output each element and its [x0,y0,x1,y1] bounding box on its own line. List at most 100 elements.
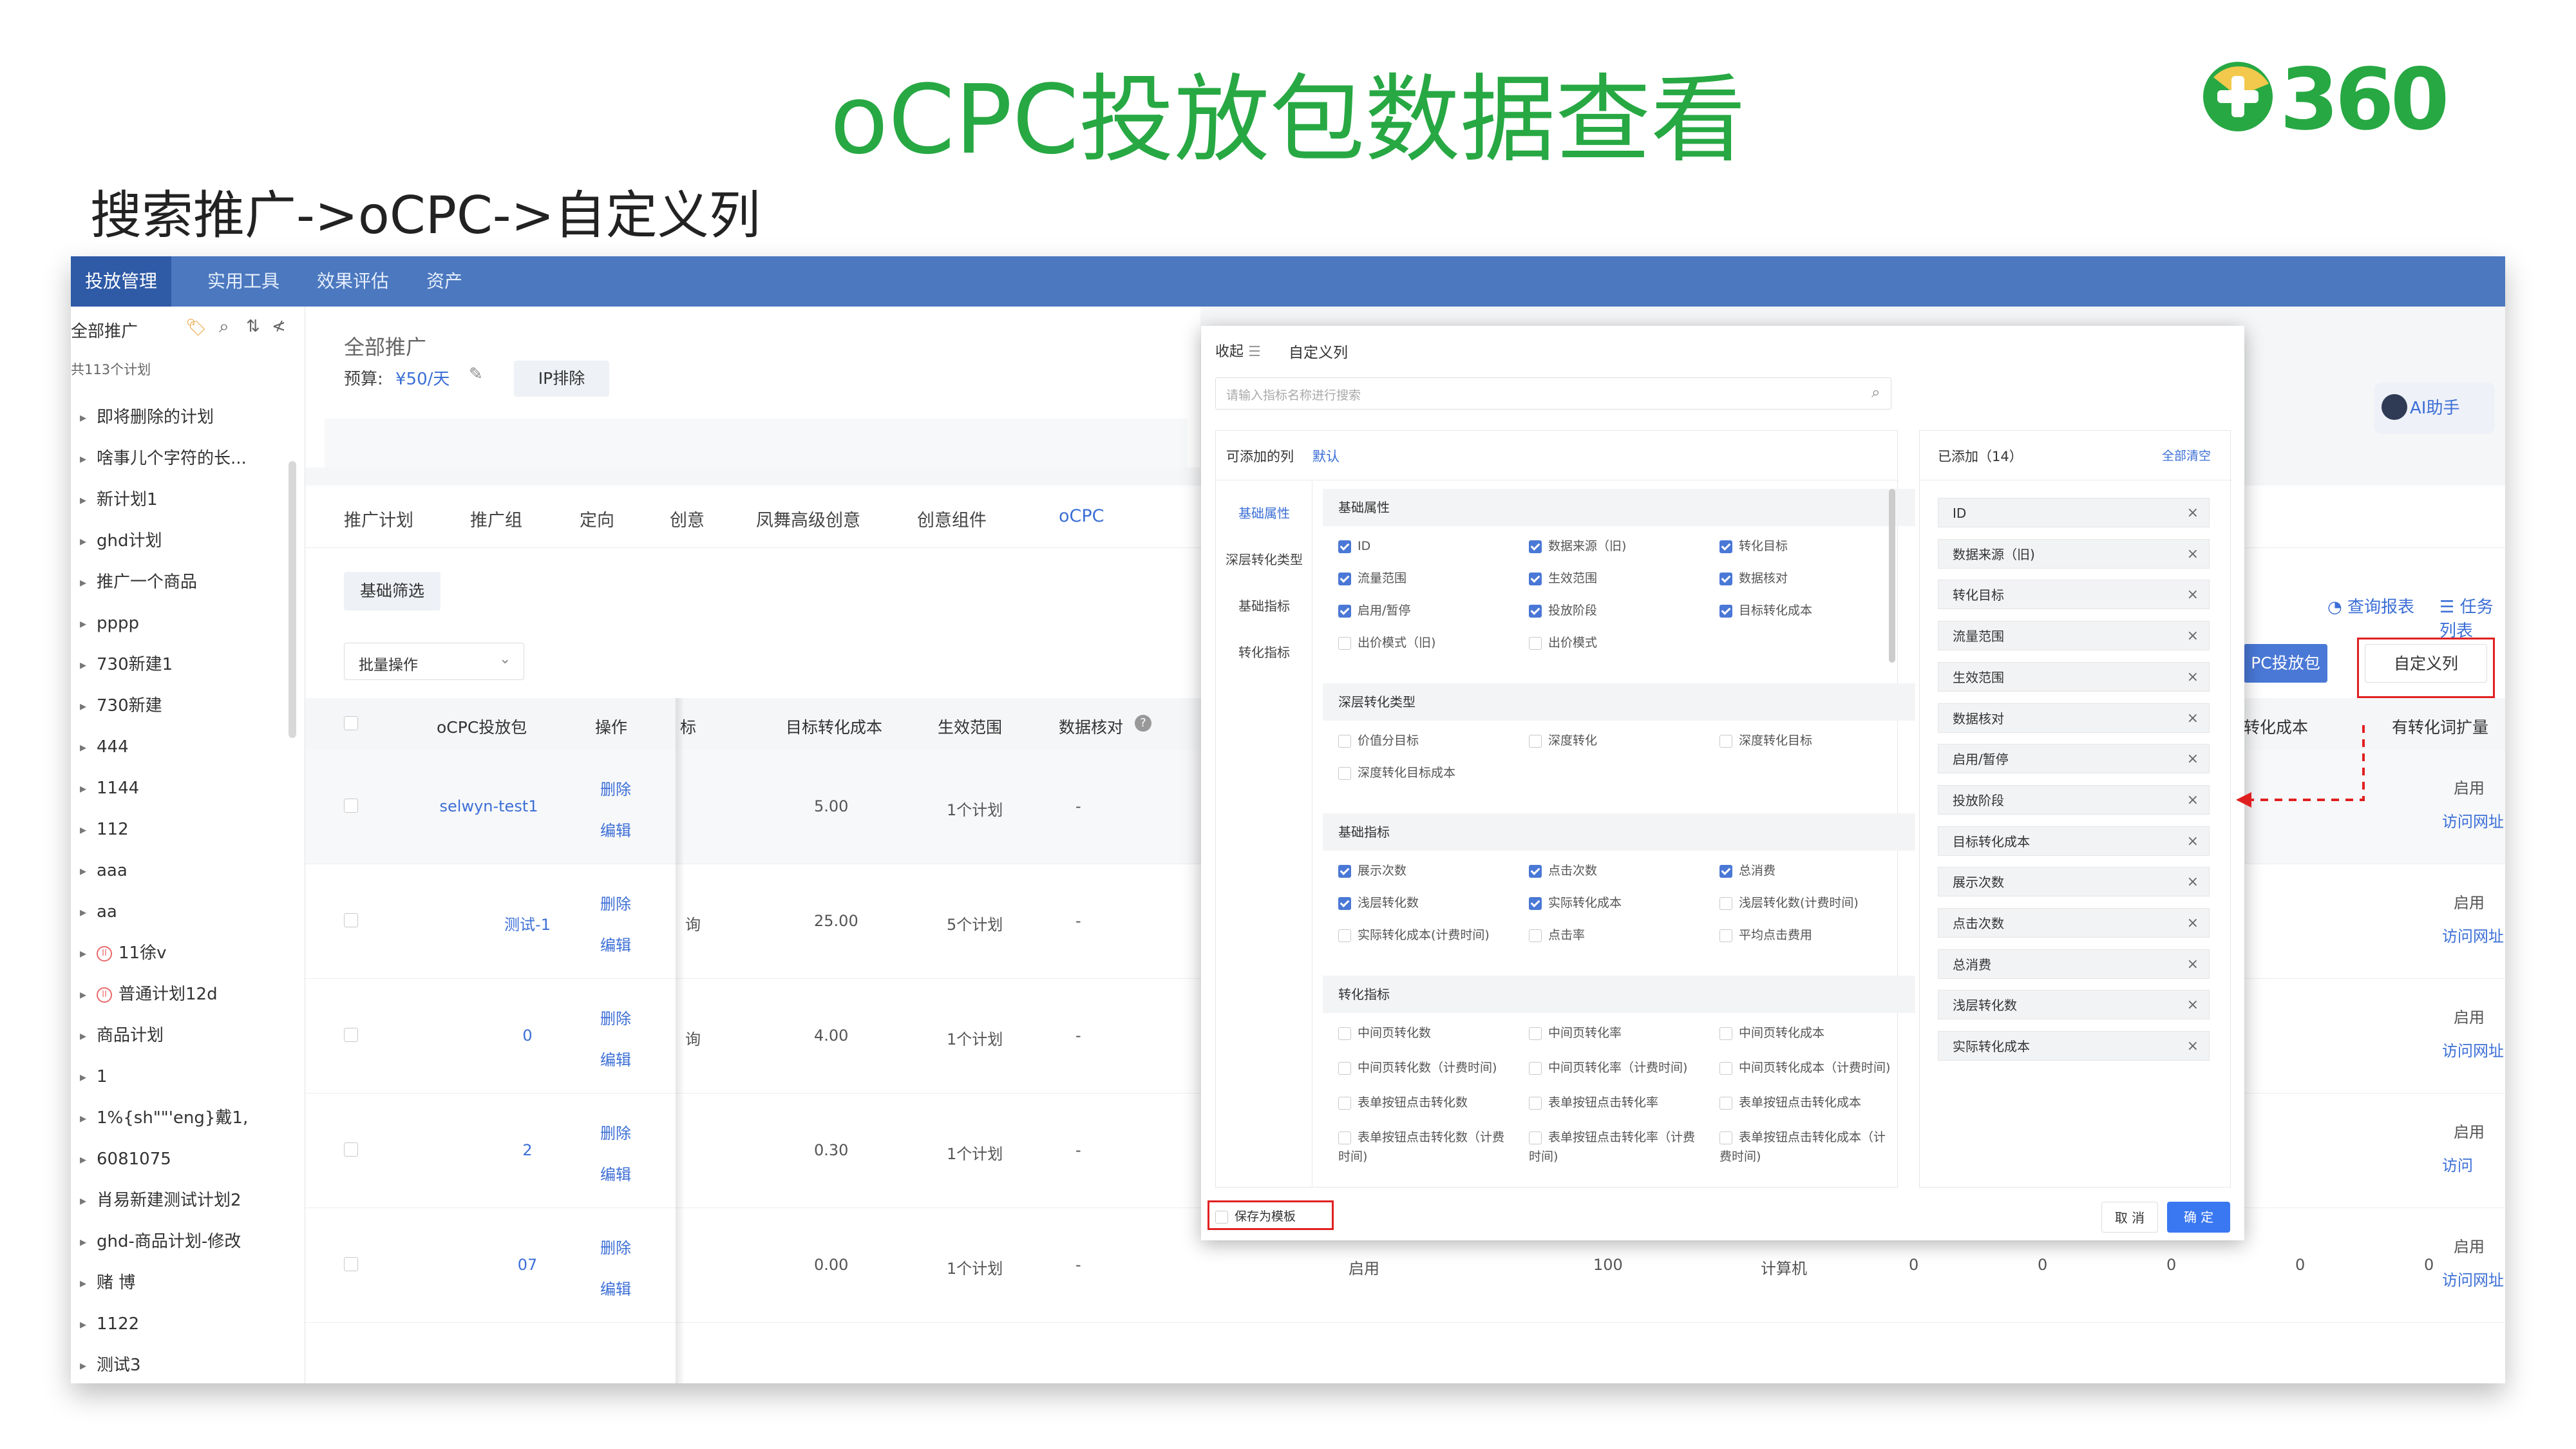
save-template-checkbox[interactable]: 保存为模板 [1215,1207,1296,1224]
caret-right-icon[interactable]: ▸ [80,768,86,809]
column-option[interactable]: 中间页转化率（计费时间) [1529,1058,1703,1077]
caret-right-icon[interactable]: ▸ [80,809,86,850]
option-checkbox[interactable] [1529,896,1542,910]
row-checkbox[interactable] [344,1142,358,1157]
visit-url-link[interactable]: 访问网址 [2442,923,2504,946]
column-option[interactable]: 转化目标 [1719,536,1893,556]
option-checkbox[interactable] [1338,1027,1351,1040]
added-column-item[interactable]: ID × [1938,498,2210,527]
column-option[interactable]: 浅层转化数 [1338,893,1512,913]
caret-right-icon[interactable]: ▸ [80,891,86,933]
caret-right-icon[interactable]: ▸ [80,562,86,603]
caret-right-icon[interactable]: ▸ [80,1345,86,1383]
caret-right-icon[interactable]: ▸ [80,1056,86,1097]
column-option[interactable]: 价值分目标 [1338,731,1512,750]
caret-right-icon[interactable]: ▸ [80,520,86,562]
option-checkbox[interactable] [1529,1027,1542,1040]
column-option[interactable]: 总消费 [1719,861,1893,880]
column-option[interactable]: 实际转化成本(计费时间) [1338,925,1512,945]
save-template-check[interactable] [1215,1210,1228,1224]
option-checkbox[interactable] [1529,1131,1542,1144]
caret-right-icon[interactable]: ▸ [80,850,86,891]
column-option[interactable]: ID [1338,536,1512,556]
sidebar-item[interactable]: ▸ II 普通计划12d [71,974,290,1015]
column-option[interactable]: 流量范围 [1338,569,1512,588]
package-name-link[interactable]: 07 [460,1256,595,1274]
remove-icon[interactable]: × [2187,950,2199,980]
column-option[interactable]: 深度转化目标 [1719,731,1893,750]
help-icon[interactable]: ? [1135,715,1151,732]
column-option[interactable]: 数据核对 [1719,569,1893,588]
edit-budget-icon[interactable]: ✎ [469,365,483,384]
edit-link[interactable]: 编辑 [600,1047,631,1070]
option-checkbox[interactable] [1338,734,1351,748]
added-column-item[interactable]: 点击次数 × [1938,908,2210,938]
option-checkbox[interactable] [1719,1027,1732,1040]
remove-icon[interactable]: × [2187,1032,2199,1061]
option-checkbox[interactable] [1719,1131,1732,1144]
column-option[interactable]: 表单按钮点击转化成本（计费时间) [1719,1128,1893,1166]
search-icon[interactable]: ⌕ [219,316,229,337]
column-option[interactable]: 投放阶段 [1529,601,1703,620]
added-column-item[interactable]: 目标转化成本 × [1938,826,2210,856]
added-column-item[interactable]: 生效范围 × [1938,661,2210,692]
edit-link[interactable]: 编辑 [600,1276,631,1299]
sidebar-item[interactable]: ▸ aa [71,891,290,933]
option-checkbox[interactable] [1719,896,1732,910]
option-checkbox[interactable] [1529,572,1542,585]
tab-targeting[interactable]: 定向 [580,506,614,531]
column-option[interactable]: 点击率 [1529,925,1703,945]
caret-right-icon[interactable]: ▸ [80,685,86,726]
column-option[interactable]: 表单按钮点击转化成本 [1719,1093,1893,1112]
option-checkbox[interactable] [1338,864,1351,878]
option-checkbox[interactable] [1338,929,1351,942]
nav-ad-management[interactable]: 投放管理 [71,256,172,307]
option-checkbox[interactable] [1529,929,1542,942]
remove-icon[interactable]: × [2187,580,2199,610]
caret-right-icon[interactable]: ▸ [80,1303,86,1345]
delete-link[interactable]: 删除 [600,1006,631,1028]
column-option[interactable]: 数据来源（旧) [1529,536,1703,556]
option-checkbox[interactable] [1719,604,1732,618]
option-checkbox[interactable] [1338,636,1351,650]
ocpc-package-button[interactable]: PC投放包 [2244,644,2327,683]
sort-icon[interactable]: ⇅ [246,317,260,336]
option-checkbox[interactable] [1338,540,1351,553]
sidebar-item[interactable]: ▸ 6081075 [71,1139,290,1180]
package-name-link[interactable]: 0 [460,1027,595,1045]
option-checkbox[interactable] [1529,864,1542,878]
remove-icon[interactable]: × [2187,909,2199,938]
option-checkbox[interactable] [1338,896,1351,910]
metric-search-input[interactable]: 请输入指标名称进行搜索 ⌕ [1215,377,1891,410]
sidebar-item[interactable]: ▸ 即将删除的计划 [71,397,290,438]
row-checkbox[interactable] [344,1257,358,1271]
option-checkbox[interactable] [1338,604,1351,618]
column-option[interactable]: 深度转化 [1529,731,1703,750]
remove-icon[interactable]: × [2187,621,2199,651]
sidebar-item[interactable]: ▸ aaa [71,850,290,891]
column-option[interactable]: 目标转化成本 [1719,601,1893,620]
nav-tools[interactable]: 实用工具 [193,256,294,307]
column-option[interactable]: 表单按钮点击转化数（计费时间) [1338,1128,1512,1166]
tab-creative-component[interactable]: 创意组件 [917,506,987,531]
sidebar-item[interactable]: ▸ 赌 博 [71,1262,290,1303]
option-checkbox[interactable] [1529,734,1542,748]
column-option[interactable]: 启用/暂停 [1338,601,1512,620]
column-option[interactable]: 中间页转化数 [1338,1023,1512,1043]
sidebar-item[interactable]: ▸ 1144 [71,768,290,809]
remove-icon[interactable]: × [2187,540,2199,569]
sidebar-item[interactable]: ▸ 新计划1 [71,479,290,520]
package-name-link[interactable]: selwyn-test1 [421,797,556,815]
added-column-item[interactable]: 数据核对 × [1938,703,2210,733]
column-option[interactable]: 表单按钮点击转化率（计费时间) [1529,1128,1703,1166]
option-checkbox[interactable] [1529,540,1542,553]
caret-right-icon[interactable]: ▸ [80,726,86,768]
remove-icon[interactable]: × [2187,827,2199,857]
tab-ad-group[interactable]: 推广组 [470,506,522,531]
option-checkbox[interactable] [1719,540,1732,553]
added-column-item[interactable]: 总消费 × [1938,949,2210,979]
column-option[interactable]: 展示次数 [1338,861,1512,880]
sidebar-item[interactable]: ▸ 1122 [71,1303,290,1345]
visit-url-link[interactable]: 访问网址 [2442,809,2504,831]
caret-right-icon[interactable]: ▸ [80,1221,86,1262]
